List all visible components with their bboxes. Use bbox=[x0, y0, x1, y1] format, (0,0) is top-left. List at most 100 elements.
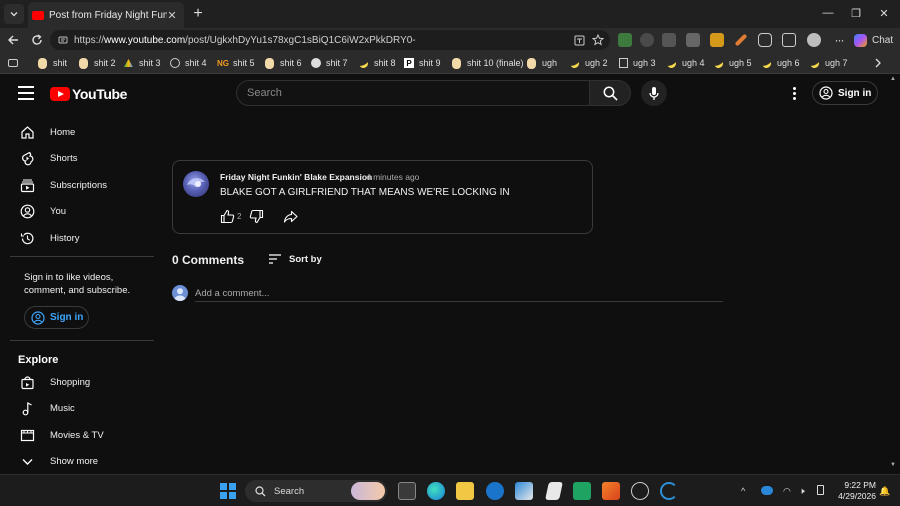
extensions-puzzle-icon[interactable] bbox=[758, 33, 772, 47]
pen-icon[interactable] bbox=[734, 33, 748, 47]
tab-list-button[interactable] bbox=[4, 4, 24, 24]
onedrive-icon[interactable] bbox=[761, 486, 773, 495]
bookmark-item[interactable]: shit 6 bbox=[265, 56, 302, 70]
shorts-icon bbox=[19, 150, 35, 166]
more-options-icon[interactable]: ··· bbox=[830, 31, 848, 49]
taskbar-search[interactable]: Search bbox=[245, 480, 387, 502]
bookmark-item[interactable]: ugh 4 bbox=[665, 56, 705, 70]
sidebar-item-music[interactable]: Music bbox=[0, 396, 154, 420]
bookmark-item[interactable]: shit 2 bbox=[79, 56, 116, 70]
sort-by-button[interactable]: Sort by bbox=[268, 251, 322, 267]
roblox-icon[interactable] bbox=[545, 482, 563, 500]
extension-icon-2[interactable] bbox=[686, 33, 700, 47]
show-hidden-icons-chevron-icon[interactable]: ^ bbox=[741, 486, 745, 496]
close-tab-icon[interactable]: ✕ bbox=[166, 9, 178, 22]
search-input[interactable] bbox=[247, 87, 547, 99]
close-window-button[interactable]: ✕ bbox=[874, 4, 894, 22]
fl-studio-icon[interactable] bbox=[602, 482, 620, 500]
bookmark-item[interactable]: ugh 3 bbox=[619, 56, 656, 70]
edge-browser-icon[interactable] bbox=[427, 482, 445, 500]
browser-tab-bar: Post from Friday Night Funkin' Blake Exp… bbox=[0, 0, 900, 28]
sidebar-item-subscriptions[interactable]: Subscriptions bbox=[0, 173, 154, 197]
bookmark-item[interactable]: shit 10 (finale) bbox=[452, 56, 524, 70]
back-button[interactable] bbox=[4, 31, 22, 49]
bookmark-item[interactable]: shit 7 bbox=[311, 56, 348, 70]
new-tab-button[interactable]: + bbox=[190, 5, 206, 22]
bookmark-item[interactable]: shit 4 bbox=[170, 56, 207, 70]
hamburger-menu-icon[interactable] bbox=[18, 86, 34, 100]
bookmark-item[interactable]: Pshit 9 bbox=[404, 56, 441, 70]
clock[interactable]: 9:22 PM 4/29/2026 bbox=[836, 480, 876, 502]
bookmark-item[interactable]: ugh 7 bbox=[808, 56, 848, 70]
avatar-art bbox=[187, 178, 205, 187]
shield-icon[interactable] bbox=[640, 33, 654, 47]
youtube-logo[interactable]: YouTube bbox=[50, 86, 127, 102]
bookmark-item[interactable]: shit bbox=[38, 56, 67, 70]
microsoft-store-icon[interactable] bbox=[515, 482, 533, 500]
music-note-icon bbox=[19, 400, 35, 416]
profile-avatar[interactable] bbox=[807, 33, 821, 47]
extension-icon-1[interactable] bbox=[618, 33, 632, 47]
book-icon bbox=[619, 58, 628, 68]
bookmark-item[interactable]: shit 8 bbox=[357, 56, 396, 70]
sidebar-item-show-more[interactable]: Show more bbox=[0, 449, 154, 473]
volume-muted-icon[interactable]: 🕨 bbox=[799, 486, 805, 497]
task-view-icon[interactable] bbox=[398, 482, 416, 500]
favorite-star-icon[interactable] bbox=[589, 31, 607, 49]
headset-app-icon[interactable] bbox=[573, 482, 591, 500]
bookmark-item[interactable]: ugh 6 bbox=[760, 56, 800, 70]
windows-start-icon[interactable] bbox=[220, 483, 236, 499]
url-text: https://www.youtube.com/post/UgkxhDyYu1s… bbox=[74, 34, 416, 46]
youtube-favicon-icon bbox=[32, 10, 44, 20]
thumbs-up-icon bbox=[220, 209, 234, 223]
sidebar-item-you[interactable]: You bbox=[0, 199, 154, 223]
youtube-page: YouTube Sign in Home Shorts Subscription… bbox=[0, 74, 900, 474]
post-timestamp[interactable]: 4 minutes ago bbox=[366, 172, 419, 182]
post-author[interactable]: Friday Night Funkin' Blake Expansion bbox=[220, 172, 372, 182]
site-info-icon[interactable] bbox=[58, 35, 68, 45]
extension-icon-3[interactable] bbox=[710, 33, 724, 47]
sidebar-item-home[interactable]: Home bbox=[0, 120, 154, 144]
share-button[interactable] bbox=[281, 207, 299, 225]
sign-in-button[interactable]: Sign in bbox=[812, 81, 878, 105]
battery-icon[interactable] bbox=[817, 485, 824, 495]
banana-icon bbox=[712, 57, 725, 69]
user-avatar bbox=[172, 285, 188, 301]
address-bar[interactable]: https://www.youtube.com/post/UgkxhDyYu1s… bbox=[50, 30, 610, 50]
sidebar-item-movies[interactable]: Movies & TV bbox=[0, 423, 154, 447]
maximize-button[interactable]: ❐ bbox=[846, 4, 866, 22]
steam-icon[interactable] bbox=[631, 482, 649, 500]
sidebar-item-shopping[interactable]: Shopping bbox=[0, 370, 154, 394]
dislike-button[interactable] bbox=[247, 207, 265, 225]
add-comment-input[interactable] bbox=[195, 285, 723, 302]
translate-icon[interactable] bbox=[570, 31, 588, 49]
more-bookmarks-icon[interactable] bbox=[874, 56, 882, 70]
bookmark-item[interactable]: ugh bbox=[527, 56, 557, 70]
file-explorer-icon[interactable] bbox=[456, 482, 474, 500]
reload-button[interactable] bbox=[28, 31, 46, 49]
sidebar-item-history[interactable]: History bbox=[0, 226, 154, 250]
notifications-bell-icon[interactable]: 🔔 bbox=[879, 486, 890, 497]
voice-search-button[interactable] bbox=[641, 80, 667, 106]
sidebar-item-shorts[interactable]: Shorts bbox=[0, 146, 154, 170]
channel-avatar[interactable] bbox=[183, 171, 209, 197]
favorites-icon[interactable] bbox=[782, 33, 796, 47]
settings-kebab-icon[interactable] bbox=[786, 84, 802, 102]
search-button[interactable] bbox=[589, 80, 631, 106]
bookmark-item[interactable]: ugh 2 bbox=[568, 56, 608, 70]
like-button[interactable] bbox=[218, 207, 236, 225]
bookmarks-menu-icon[interactable] bbox=[8, 56, 18, 70]
bookmark-item[interactable]: ugh 5 bbox=[712, 56, 752, 70]
minimize-button[interactable]: — bbox=[818, 4, 838, 22]
app-icon[interactable] bbox=[660, 482, 678, 500]
bookmark-item[interactable]: shit 3 bbox=[124, 56, 161, 70]
bookmark-item[interactable]: NG shit 5 bbox=[217, 56, 255, 70]
wifi-icon[interactable]: ◠ bbox=[783, 486, 791, 497]
sidebar-sign-in-button[interactable]: Sign in bbox=[24, 306, 89, 329]
camera-icon[interactable] bbox=[662, 33, 676, 47]
copilot-chat-button[interactable]: Chat bbox=[854, 31, 893, 49]
scrollbar-down-arrow[interactable]: ▼ bbox=[890, 462, 896, 468]
browser-tab-active[interactable]: Post from Friday Night Funkin' Blake Exp… bbox=[28, 2, 184, 28]
hp-icon[interactable] bbox=[486, 482, 504, 500]
scrollbar-up-arrow[interactable]: ▲ bbox=[890, 76, 896, 82]
